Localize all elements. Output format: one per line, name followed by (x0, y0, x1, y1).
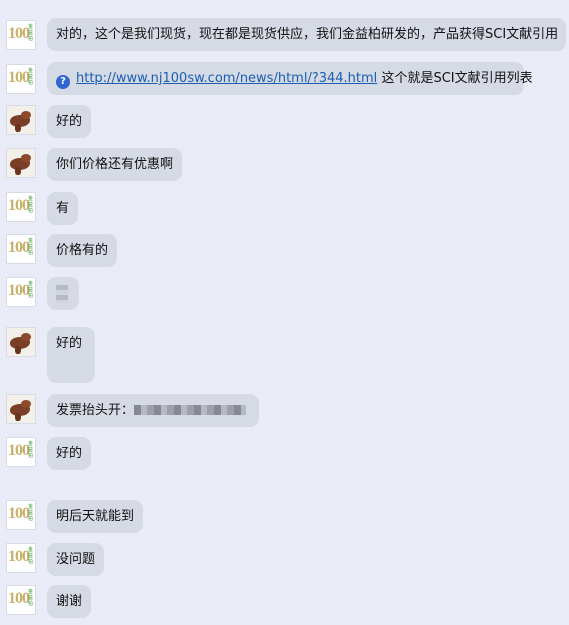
message-text: 没问题 (56, 552, 96, 567)
message-text: 明后天就能到 (56, 509, 135, 524)
chat-history: 100 金益柏 对的，这个是我们现货，现在都是现货供应，我们金益柏研发的，产品获… (0, 0, 569, 625)
message-bubble[interactable]: ? http://www.nj100sw.com/news/html/?344.h… (47, 62, 533, 95)
message-bubble[interactable]: 你们价格还有优惠啊 (47, 148, 183, 181)
brand-logo-number: 100 (8, 69, 30, 86)
brand-logo-tag: 金益柏 (28, 196, 34, 214)
brand-logo-tag: 金益柏 (28, 24, 34, 42)
message-bubble[interactable] (47, 277, 79, 310)
avatar[interactable]: 100 金益柏 (6, 585, 36, 615)
avatar-image-part (15, 124, 21, 132)
avatar-image-part (21, 333, 31, 341)
avatar[interactable]: 100 金益柏 (6, 234, 36, 264)
message-link[interactable]: http://www.nj100sw.com/news/html/?344.ht… (76, 71, 377, 86)
message-text: 谢谢 (56, 594, 83, 609)
redacted-image (56, 285, 68, 303)
avatar[interactable]: 100 金益柏 (6, 20, 36, 50)
brand-logo-number: 100 (8, 505, 30, 522)
avatar[interactable]: 100 金益柏 (6, 437, 36, 467)
brand-logo-number: 100 (8, 239, 30, 256)
message-bubble[interactable]: 发票抬头开： (47, 394, 259, 427)
brand-logo-number: 100 (8, 282, 30, 299)
message-text: 发票抬头开： (56, 403, 135, 418)
brand-logo-tag: 金益柏 (28, 238, 34, 256)
brand-logo-tag: 金益柏 (28, 547, 34, 565)
avatar[interactable]: 100 金益柏 (6, 277, 36, 307)
brand-logo-tag: 金益柏 (28, 68, 34, 86)
brand-logo-tag: 金益柏 (28, 441, 34, 459)
message-text: 好的 (56, 114, 83, 129)
message-bubble[interactable]: 好的 (47, 327, 95, 383)
avatar-image-part (21, 111, 31, 119)
avatar-image-part (21, 154, 31, 162)
message-text: 对的，这个是我们现货，现在都是现货供应，我们金益柏研发的，产品获得SCI文献引用 (56, 27, 559, 42)
message-bubble[interactable]: 明后天就能到 (47, 500, 144, 533)
avatar-image-part (15, 413, 21, 421)
avatar-image-part (21, 400, 31, 408)
message-bubble[interactable]: 好的 (47, 105, 92, 138)
message-bubble[interactable]: 对的，这个是我们现货，现在都是现货供应，我们金益柏研发的，产品获得SCI文献引用 (47, 18, 566, 51)
brand-logo-number: 100 (8, 548, 30, 565)
avatar[interactable] (6, 327, 36, 357)
message-bubble[interactable]: 好的 (47, 437, 92, 470)
avatar[interactable] (6, 394, 36, 424)
message-text: 你们价格还有优惠啊 (56, 157, 174, 172)
message-text: 好的 (56, 446, 83, 461)
message-text: 好的 (56, 336, 83, 351)
info-shield-icon: ? (56, 75, 70, 89)
avatar[interactable] (6, 105, 36, 135)
message-bubble[interactable]: 没问题 (47, 543, 105, 576)
avatar[interactable] (6, 148, 36, 178)
avatar[interactable]: 100 金益柏 (6, 64, 36, 94)
brand-logo-tag: 金益柏 (28, 504, 34, 522)
brand-logo-number: 100 (8, 197, 30, 214)
avatar[interactable]: 100 金益柏 (6, 500, 36, 530)
avatar-image-part (15, 346, 21, 354)
brand-logo-tag: 金益柏 (28, 281, 34, 299)
message-text: 这个就是SCI文献引用列表 (381, 71, 533, 86)
redacted-text (134, 405, 247, 415)
message-bubble[interactable]: 谢谢 (47, 585, 92, 618)
avatar[interactable]: 100 金益柏 (6, 192, 36, 222)
brand-logo-number: 100 (8, 442, 30, 459)
message-text: 有 (56, 201, 70, 216)
avatar[interactable]: 100 金益柏 (6, 543, 36, 573)
message-bubble[interactable]: 价格有的 (47, 234, 118, 267)
avatar-image-part (15, 167, 21, 175)
brand-logo-tag: 金益柏 (28, 589, 34, 607)
brand-logo-number: 100 (8, 25, 30, 42)
message-bubble[interactable]: 有 (47, 192, 79, 225)
brand-logo-number: 100 (8, 590, 30, 607)
message-text: 价格有的 (56, 243, 109, 258)
